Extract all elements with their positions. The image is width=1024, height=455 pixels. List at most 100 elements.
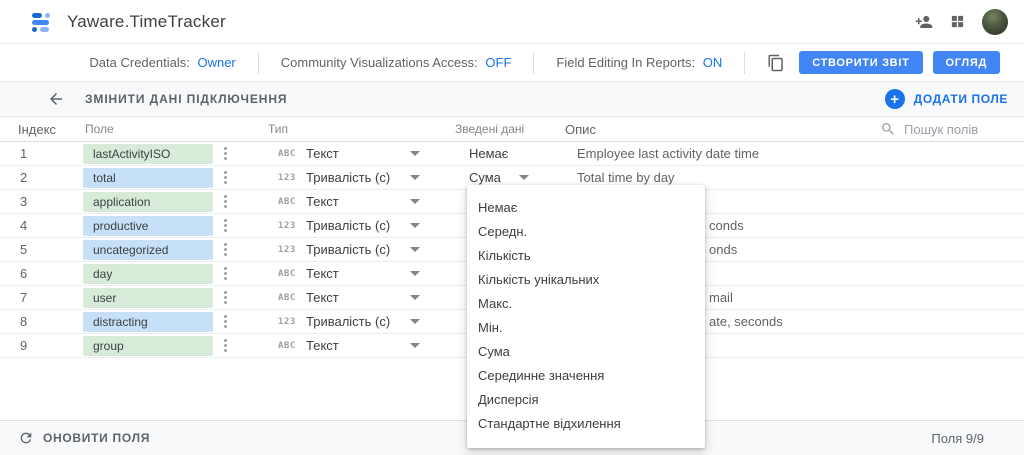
field-type-icon: 123 bbox=[278, 244, 296, 255]
toolbar-setting[interactable]: Data Credentials: Owner bbox=[89, 51, 259, 74]
field-chip[interactable]: distracting bbox=[83, 311, 213, 332]
aggregation-menu-item[interactable]: Кількість bbox=[467, 244, 705, 268]
field-chip[interactable]: application bbox=[83, 191, 213, 212]
type-select[interactable]: ABC Текст bbox=[268, 146, 455, 161]
type-label: Текст bbox=[306, 290, 339, 305]
app-header: Yaware.TimeTracker bbox=[0, 0, 1024, 44]
kebab-menu-icon[interactable] bbox=[220, 240, 231, 259]
type-select[interactable]: 123 Тривалість (с) bbox=[268, 170, 455, 185]
data-studio-logo-icon bbox=[32, 11, 54, 33]
field-count: Поля 9/9 bbox=[931, 430, 984, 446]
search-fields-input[interactable] bbox=[904, 121, 1006, 137]
aggregation-menu-item[interactable]: Сума bbox=[467, 340, 705, 364]
field-chip[interactable]: day bbox=[83, 263, 213, 284]
row-index: 2 bbox=[20, 170, 28, 185]
add-field-label: ДОДАТИ ПОЛЕ bbox=[913, 92, 1008, 106]
field-table-header: Індекс Поле Тип Зведені дані Опис bbox=[0, 117, 1024, 142]
type-select[interactable]: ABC Текст bbox=[268, 194, 455, 209]
copy-datasource-icon[interactable] bbox=[767, 54, 785, 72]
field-search bbox=[880, 121, 1006, 137]
aggregation-menu-item[interactable]: Дисперсія bbox=[467, 388, 705, 412]
refresh-fields-button[interactable]: ОНОВИТИ ПОЛЯ bbox=[18, 430, 150, 446]
connection-subheader: ЗМІНИТИ ДАНІ ПІДКЛЮЧЕННЯ + ДОДАТИ ПОЛЕ bbox=[0, 82, 1024, 117]
aggregation-select[interactable]: Сума bbox=[455, 170, 565, 185]
dropdown-caret-icon bbox=[410, 295, 420, 300]
edit-connection-title[interactable]: ЗМІНИТИ ДАНІ ПІДКЛЮЧЕННЯ bbox=[85, 92, 287, 106]
dropdown-caret-icon bbox=[410, 343, 420, 348]
row-index: 8 bbox=[20, 314, 28, 329]
kebab-menu-icon[interactable] bbox=[220, 264, 231, 283]
row-index: 7 bbox=[20, 290, 28, 305]
plus-circle-icon: + bbox=[884, 89, 905, 109]
type-label: Текст bbox=[306, 146, 339, 161]
field-type-icon: ABC bbox=[278, 340, 296, 351]
type-label: Тривалість (с) bbox=[306, 314, 391, 329]
type-select[interactable]: ABC Текст bbox=[268, 338, 455, 353]
user-avatar[interactable] bbox=[982, 8, 1008, 35]
aggregation-menu-item[interactable]: Серединне значення bbox=[467, 364, 705, 388]
dropdown-caret-icon bbox=[410, 151, 420, 156]
toolbar-settings: Data Credentials: Owner Community Visuali… bbox=[89, 51, 767, 74]
column-header-aggregation: Зведені дані bbox=[455, 122, 525, 136]
field-chip[interactable]: group bbox=[83, 335, 213, 356]
kebab-menu-icon[interactable] bbox=[220, 216, 231, 235]
column-header-field: Поле bbox=[85, 122, 114, 136]
type-label: Текст bbox=[306, 266, 339, 281]
field-type-icon: ABC bbox=[278, 196, 296, 207]
row-index: 1 bbox=[20, 146, 28, 161]
type-label: Текст bbox=[306, 194, 339, 209]
dropdown-caret-icon bbox=[410, 247, 420, 252]
toolbar-setting[interactable]: Field Editing In Reports: ON bbox=[556, 51, 746, 74]
field-description: Employee last activity date time bbox=[577, 146, 760, 161]
aggregation-value: Немає bbox=[469, 146, 509, 161]
aggregation-menu-item[interactable]: Макс. bbox=[467, 292, 705, 316]
field-type-icon: 123 bbox=[278, 172, 296, 183]
aggregation-menu: Немає Середн. Кількість Кількість унікальни… bbox=[467, 185, 705, 448]
field-type-icon: 123 bbox=[278, 220, 296, 231]
field-chip[interactable]: uncategorized bbox=[83, 239, 213, 260]
column-header-index: Індекс bbox=[18, 121, 56, 137]
create-report-button[interactable]: СТВОРИТИ ЗВІТ bbox=[799, 51, 923, 74]
kebab-menu-icon[interactable] bbox=[220, 192, 231, 211]
type-label: Тривалість (с) bbox=[306, 218, 391, 233]
header-actions bbox=[915, 8, 1008, 35]
type-select[interactable]: ABC Текст bbox=[268, 266, 455, 281]
back-arrow-icon[interactable] bbox=[47, 90, 65, 108]
share-person-add-icon[interactable] bbox=[915, 13, 933, 31]
field-type-icon: ABC bbox=[278, 292, 296, 303]
row-index: 4 bbox=[20, 218, 28, 233]
field-chip[interactable]: productive bbox=[83, 215, 213, 236]
add-field-button[interactable]: + ДОДАТИ ПОЛЕ bbox=[884, 89, 1008, 109]
type-select[interactable]: 123 Тривалість (с) bbox=[268, 218, 455, 233]
data-source-editor: Yaware.TimeTracker Data Credentials: Own… bbox=[0, 0, 1024, 455]
kebab-menu-icon[interactable] bbox=[220, 168, 231, 187]
field-chip[interactable]: user bbox=[83, 287, 213, 308]
aggregation-caret-icon bbox=[518, 175, 529, 180]
field-chip[interactable]: lastActivityISO bbox=[83, 143, 213, 164]
dropdown-caret-icon bbox=[410, 319, 420, 324]
aggregation-select[interactable]: Немає bbox=[455, 146, 565, 161]
toolbar-setting[interactable]: Community Visualizations Access: OFF bbox=[281, 51, 535, 74]
aggregation-menu-item[interactable]: Немає bbox=[467, 196, 705, 220]
dropdown-caret-icon bbox=[410, 271, 420, 276]
field-type-icon: 123 bbox=[278, 316, 296, 327]
type-label: Тривалість (с) bbox=[306, 170, 391, 185]
aggregation-menu-item[interactable]: Стандартне відхилення bbox=[467, 412, 705, 436]
aggregation-menu-item[interactable]: Мін. bbox=[467, 316, 705, 340]
column-header-description: Опис bbox=[565, 121, 596, 137]
aggregation-menu-item[interactable]: Кількість унікальних bbox=[467, 268, 705, 292]
refresh-fields-label: ОНОВИТИ ПОЛЯ bbox=[43, 431, 151, 445]
type-select[interactable]: 123 Тривалість (с) bbox=[268, 242, 455, 257]
kebab-menu-icon[interactable] bbox=[220, 312, 231, 331]
apps-grid-icon[interactable] bbox=[950, 14, 965, 29]
table-row: 1 lastActivityISO ABC Текст Немає Employ… bbox=[0, 142, 1024, 166]
overview-button[interactable]: ОГЛЯД bbox=[932, 51, 1000, 74]
kebab-menu-icon[interactable] bbox=[220, 336, 231, 355]
kebab-menu-icon[interactable] bbox=[220, 144, 231, 163]
type-select[interactable]: ABC Текст bbox=[268, 290, 455, 305]
kebab-menu-icon[interactable] bbox=[220, 288, 231, 307]
field-description: Total time by day bbox=[577, 170, 675, 185]
aggregation-menu-item[interactable]: Середн. bbox=[467, 220, 705, 244]
type-select[interactable]: 123 Тривалість (с) bbox=[268, 314, 455, 329]
field-chip[interactable]: total bbox=[83, 167, 213, 188]
